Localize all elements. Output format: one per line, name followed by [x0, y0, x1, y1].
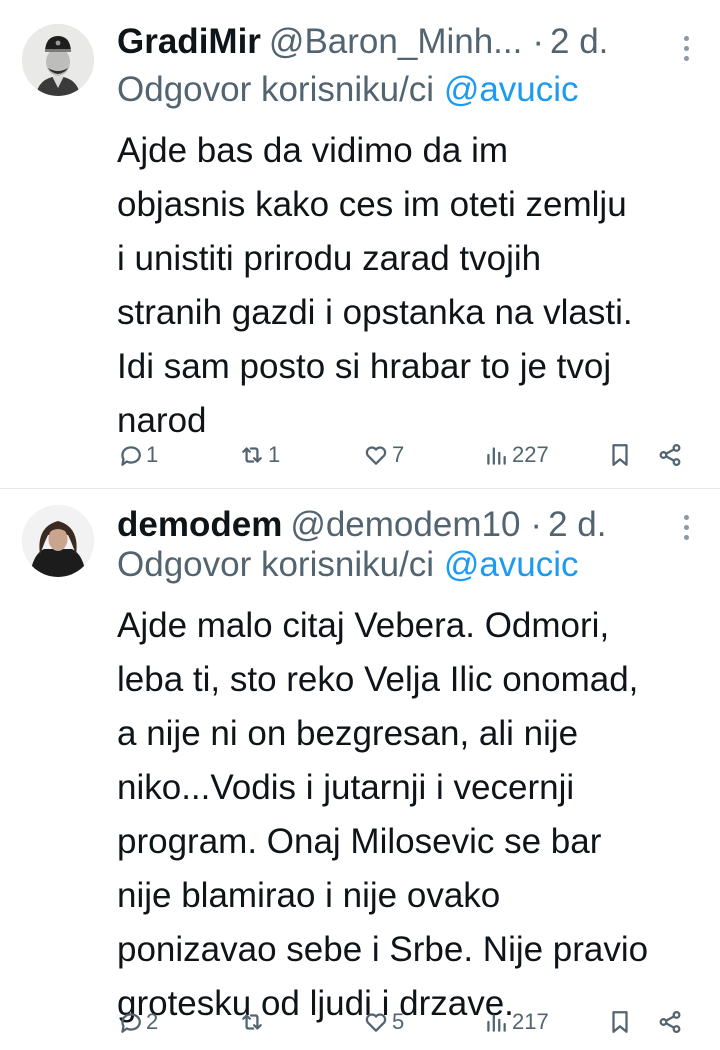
tweet-header: demodem @demodem10 · 2 d.	[117, 505, 700, 545]
share-icon	[659, 1011, 681, 1033]
reply-mention-link[interactable]: @avucic	[444, 70, 579, 109]
tweet-text-line: ponizavao sebe i Srbe. Nije pravio	[117, 930, 649, 969]
reply-mention-link[interactable]: @avucic	[444, 545, 579, 584]
tweet-text-line: objasnis kako ces im oteti zemlju	[117, 185, 627, 224]
separator: ·	[532, 22, 545, 61]
view-count: 227	[512, 442, 549, 467]
reply-context: Odgovor korisniku/ci @avucic	[117, 70, 579, 110]
retweet-count: 1	[268, 442, 281, 467]
tweet-text-line: stranih gazdi i opstanka na vlasti.	[117, 293, 633, 332]
timestamp[interactable]: 2 d.	[548, 505, 606, 545]
reply-icon	[121, 446, 141, 466]
display-name[interactable]: demodem	[117, 505, 282, 545]
user-handle[interactable]: @Baron_Minh...	[269, 22, 522, 62]
tweet-text-line: nije blamirao i nije ovako	[117, 876, 501, 915]
avatar-portrait-image	[22, 24, 94, 96]
display-name[interactable]: GradiMir	[117, 22, 261, 62]
tweet[interactable]: GradiMir @Baron_Minh... · 2 d. Odgovor k…	[0, 0, 720, 488]
tweet-text-line: program. Onaj Milosevic se bar	[117, 822, 602, 861]
views-button[interactable]: 217	[483, 1007, 549, 1037]
reply-count: 1	[146, 442, 159, 467]
tweet-text: Ajde malo citaj Vebera. Odmori, leba ti,…	[117, 599, 706, 1031]
reply-count: 2	[146, 1009, 159, 1034]
user-handle[interactable]: @demodem10	[290, 505, 520, 545]
avatar[interactable]	[22, 24, 94, 96]
heart-icon	[365, 446, 387, 465]
like-count: 5	[392, 1009, 405, 1034]
tweet-text-line: i unistiti prirodu zarad tvojih	[117, 239, 542, 278]
like-button[interactable]: 7	[363, 440, 404, 470]
tweet-text-line: a nije ni on bezgresan, ali nije	[117, 714, 579, 753]
bookmark-button[interactable]	[607, 440, 633, 470]
views-icon	[487, 1014, 506, 1032]
more-icon[interactable]	[684, 36, 690, 62]
retweet-button[interactable]: 1	[239, 440, 280, 470]
more-icon[interactable]	[684, 515, 690, 541]
share-button[interactable]	[657, 1007, 683, 1037]
like-count: 7	[392, 442, 405, 467]
bookmark-icon	[612, 1011, 628, 1033]
separator: ·	[530, 505, 543, 544]
tweet-actions: 1 1 7 227	[117, 440, 700, 470]
views-icon	[487, 447, 506, 465]
reply-button[interactable]: 1	[117, 440, 158, 470]
timestamp[interactable]: 2 d.	[550, 22, 608, 62]
tweet-text-line: Ajde bas da vidimo da im	[117, 131, 509, 170]
tweet[interactable]: demodem @demodem10 · 2 d. Odgovor korisn…	[0, 488, 720, 1050]
reply-context: Odgovor korisniku/ci @avucic	[117, 545, 579, 585]
tweet-text-line: leba ti, sto reko Velja Ilic onomad,	[117, 660, 639, 699]
share-icon	[659, 444, 681, 466]
reply-button[interactable]: 2	[117, 1007, 158, 1037]
reply-icon	[121, 1013, 141, 1033]
tweet-text-line: Ajde malo citaj Vebera. Odmori,	[117, 606, 610, 645]
like-button[interactable]: 5	[363, 1007, 404, 1037]
tweet-text-line: niko...Vodis i jutarnji i vecernji	[117, 768, 575, 807]
avatar[interactable]	[22, 505, 94, 577]
retweet-button[interactable]	[239, 1007, 268, 1037]
tweet-text-line: Idi sam posto si hrabar to je tvoj	[117, 347, 612, 386]
retweet-icon	[242, 1014, 262, 1030]
avatar-photo-image	[22, 505, 94, 577]
views-button[interactable]: 227	[483, 440, 549, 470]
bookmark-icon	[612, 444, 628, 466]
retweet-icon	[242, 447, 262, 463]
heart-icon	[365, 1013, 387, 1032]
view-count: 217	[512, 1009, 549, 1034]
tweet-actions: 2 5 217	[117, 1007, 700, 1037]
tweet-header: GradiMir @Baron_Minh... · 2 d.	[117, 22, 700, 62]
bookmark-button[interactable]	[607, 1007, 633, 1037]
share-button[interactable]	[657, 440, 683, 470]
reply-prefix: Odgovor korisniku/ci	[117, 70, 435, 109]
tweet-text: Ajde bas da vidimo da im objasnis kako c…	[117, 124, 706, 448]
reply-prefix: Odgovor korisniku/ci	[117, 545, 435, 584]
